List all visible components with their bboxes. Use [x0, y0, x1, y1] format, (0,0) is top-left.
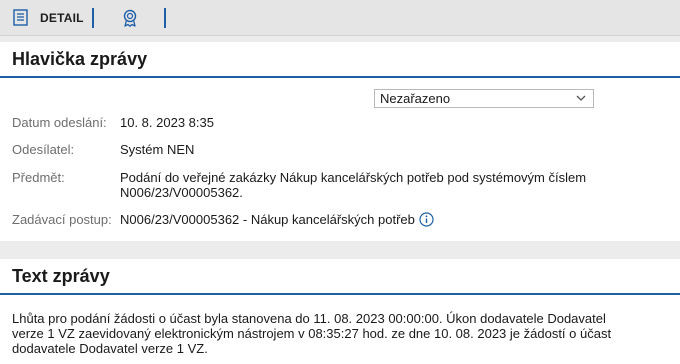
field-value: Systém NEN	[120, 142, 195, 157]
toolbar: DETAIL	[0, 0, 680, 36]
message-text-card: Text zprávy Lhůta pro podání žádosti o ú…	[0, 259, 680, 364]
field-label: Odesílatel:	[12, 142, 75, 157]
category-select[interactable]: Nezařazeno	[374, 89, 594, 108]
detail-tab[interactable]: DETAIL	[0, 0, 92, 36]
detail-tab-label: DETAIL	[40, 10, 84, 25]
field-value: Podání do veřejné zakázky Nákup kancelář…	[120, 170, 587, 200]
info-icon[interactable]	[419, 212, 434, 230]
message-header-card: Hlavička zprávy Nezařazeno Datum odeslán…	[0, 42, 680, 241]
document-list-icon	[13, 9, 28, 26]
message-header-title: Hlavička zprávy	[12, 48, 148, 69]
field-label: Datum odeslání:	[12, 115, 107, 130]
message-header-heading: Hlavička zprávy	[0, 42, 680, 78]
chevron-down-icon	[575, 92, 587, 107]
field-label: Předmět:	[12, 170, 65, 185]
category-select-value: Nezařazeno	[380, 91, 451, 106]
message-text-title: Text zprávy	[12, 265, 110, 286]
field-label: Zadávací postup:	[12, 212, 112, 227]
procedure-link[interactable]: N006/23/V00005362 - Nákup kancelářských …	[120, 212, 415, 227]
field-value: N006/23/V00005362 - Nákup kancelářských …	[120, 212, 620, 230]
field-value: 10. 8. 2023 8:35	[120, 115, 214, 130]
message-text-heading: Text zprávy	[0, 259, 680, 295]
certificate-button[interactable]	[94, 0, 164, 36]
message-body: Lhůta pro podání žádosti o účast byla st…	[12, 311, 612, 356]
toolbar-divider	[163, 7, 166, 28]
certificate-icon	[122, 9, 138, 27]
